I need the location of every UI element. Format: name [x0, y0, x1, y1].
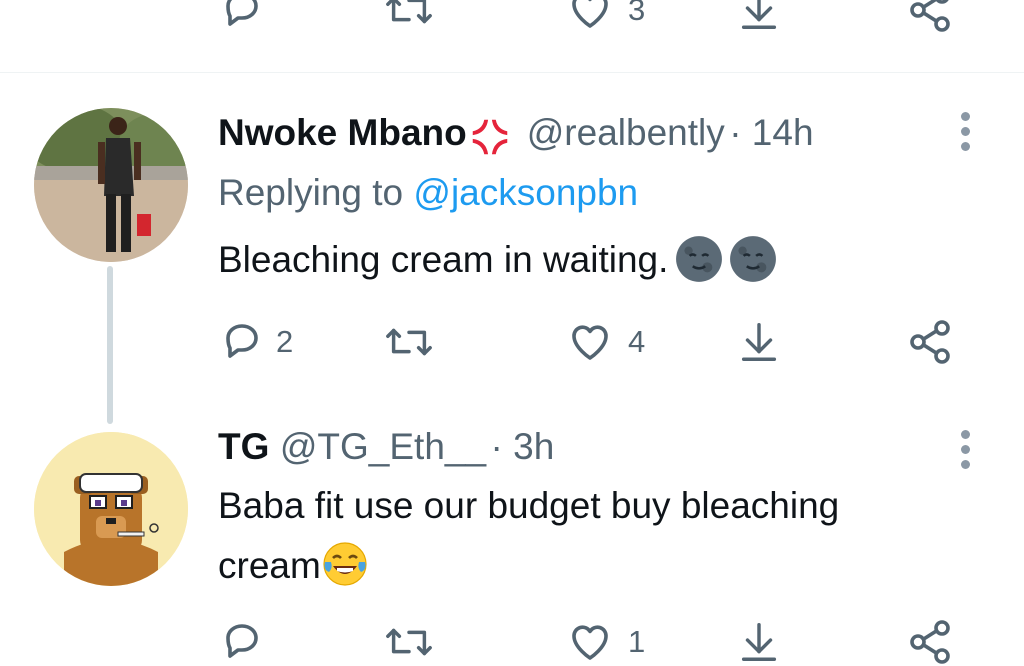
like-count: 4 — [628, 324, 646, 359]
like-count: 3 — [628, 0, 646, 27]
download-button[interactable] — [736, 0, 782, 34]
heart-icon — [572, 625, 608, 660]
tweet-divider — [0, 72, 1024, 73]
more-options-button[interactable] — [961, 430, 970, 469]
tweet-text: Bleaching cream in waiting. — [218, 230, 778, 290]
heart-icon — [572, 325, 608, 360]
like-button[interactable]: 1 — [566, 618, 645, 666]
share-button[interactable] — [906, 618, 954, 666]
reply-button[interactable]: 2 — [218, 318, 293, 366]
replying-to-handle[interactable]: @jacksonpbn — [413, 172, 638, 213]
tears-of-joy-emoji — [323, 542, 367, 586]
more-options-button[interactable] — [961, 112, 970, 151]
user-handle[interactable]: @realbently — [527, 112, 725, 153]
download-icon — [741, 323, 777, 361]
tweet-header: Nwoke Mbano @realbently · 14h — [218, 112, 814, 160]
display-name[interactable]: Nwoke Mbano — [218, 112, 467, 153]
download-button[interactable] — [736, 318, 782, 366]
retweet-button[interactable] — [384, 0, 434, 34]
reply-button[interactable] — [218, 618, 266, 666]
share-icon — [910, 320, 950, 364]
reply-icon — [226, 324, 258, 358]
user-handle[interactable]: @TG_Eth__ — [280, 426, 486, 467]
new-moon-face-emoji — [730, 236, 777, 283]
reply-button[interactable] — [218, 0, 266, 34]
tweet-text: Baba fit use our budget buy bleaching cr… — [218, 476, 978, 596]
reply-icon — [226, 624, 258, 658]
retweet-icon — [386, 628, 432, 656]
share-icon — [910, 620, 950, 664]
download-button[interactable] — [736, 618, 782, 666]
download-icon — [741, 0, 777, 29]
thread-line — [107, 266, 113, 424]
tweet-text-content: Bleaching cream in waiting. — [218, 239, 669, 280]
replying-to: Replying to @jacksonpbn — [218, 172, 638, 214]
heart-icon — [572, 0, 608, 28]
display-name[interactable]: TG — [218, 426, 269, 467]
tweet-header: TG @TG_Eth__ · 3h — [218, 426, 554, 468]
share-icon — [910, 0, 950, 32]
timestamp[interactable]: · 3h — [491, 426, 555, 467]
download-icon — [741, 623, 777, 661]
like-button[interactable]: 4 — [566, 318, 645, 366]
reply-count: 2 — [276, 324, 294, 359]
new-moon-face-emoji — [676, 236, 723, 283]
share-button[interactable] — [906, 318, 954, 366]
reply-icon — [226, 0, 258, 26]
retweet-icon — [386, 328, 432, 356]
share-button[interactable] — [906, 0, 954, 34]
retweet-button[interactable] — [384, 618, 434, 666]
timestamp[interactable]: · 14h — [729, 112, 813, 153]
tweet-text-line: cream — [218, 545, 321, 586]
replying-prefix: Replying to — [218, 172, 404, 213]
anger-symbol-emoji — [472, 119, 507, 155]
avatar[interactable] — [34, 108, 188, 262]
retweet-icon — [386, 0, 432, 24]
avatar[interactable] — [34, 432, 188, 586]
retweet-button[interactable] — [384, 318, 434, 366]
like-count: 1 — [628, 624, 646, 659]
tweet-text-line-container: cream — [218, 536, 978, 596]
like-button[interactable]: 3 — [566, 0, 645, 34]
tweet-text-line: Baba fit use our budget buy bleaching — [218, 485, 840, 526]
